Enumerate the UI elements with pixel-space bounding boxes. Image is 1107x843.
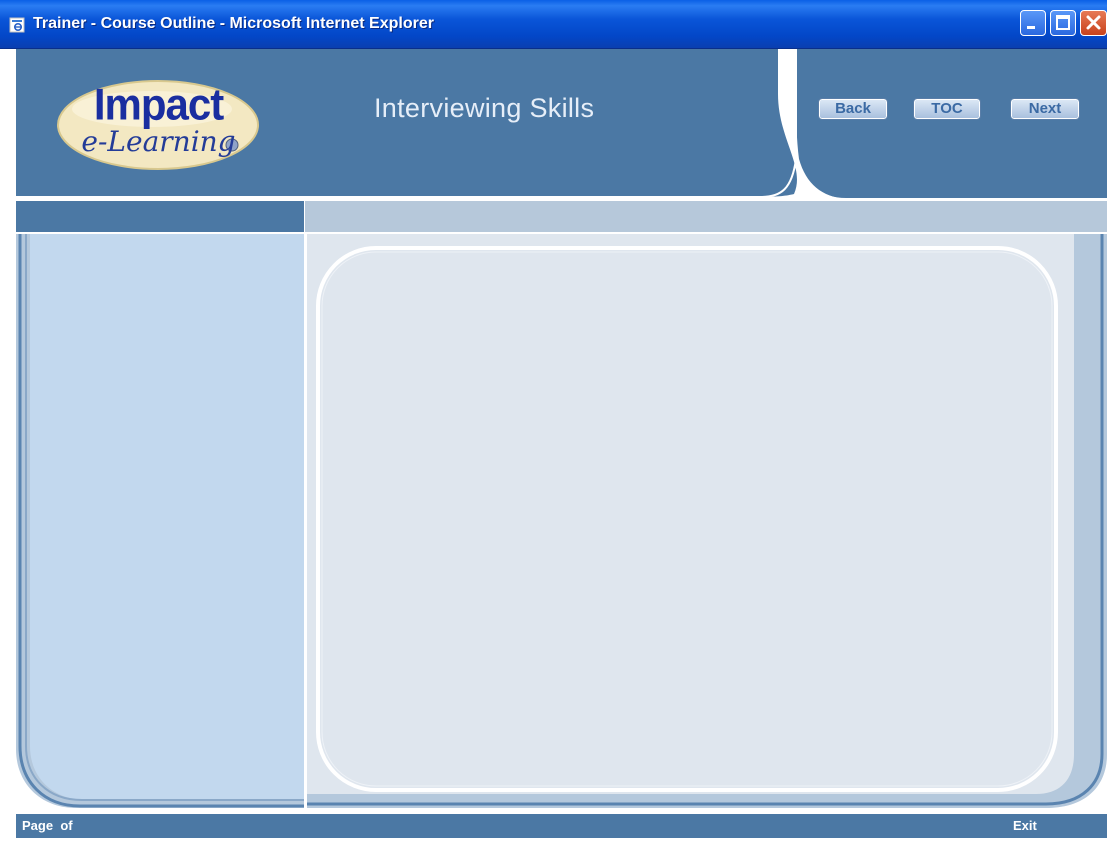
minimize-icon [1027,26,1035,29]
window-title: Trainer - Course Outline - Microsoft Int… [33,15,434,32]
close-button[interactable] [1080,10,1107,36]
logo-text-elearning: e-Learning [81,125,236,158]
internet-explorer-icon [9,17,25,33]
logo-text-impact: Impact [93,79,224,130]
toc-button[interactable]: TOC [913,98,981,120]
impact-elearning-logo: Impact e-Learning [56,79,261,171]
course-header: Impact e-Learning Interviewing Skills Ba… [16,49,1107,200]
of-label: of [60,818,73,833]
maximize-icon [1056,15,1070,30]
exit-link[interactable]: Exit [1013,818,1037,833]
next-button[interactable]: Next [1010,98,1080,120]
back-button[interactable]: Back [818,98,888,120]
section-bar-right [305,201,1107,232]
minimize-button[interactable] [1020,10,1046,36]
frame-edge [0,49,16,843]
maximize-button[interactable] [1050,10,1076,36]
course-footer: Page of Exit [16,814,1107,838]
course-title: Interviewing Skills [374,93,595,123]
page-indicator: Page of [22,818,73,833]
content-area [16,234,1107,814]
section-bar-left [16,201,304,232]
page-label: Page [22,818,54,833]
window-title-bar[interactable]: Trainer - Course Outline - Microsoft Int… [0,0,1107,49]
close-icon [1086,15,1101,30]
